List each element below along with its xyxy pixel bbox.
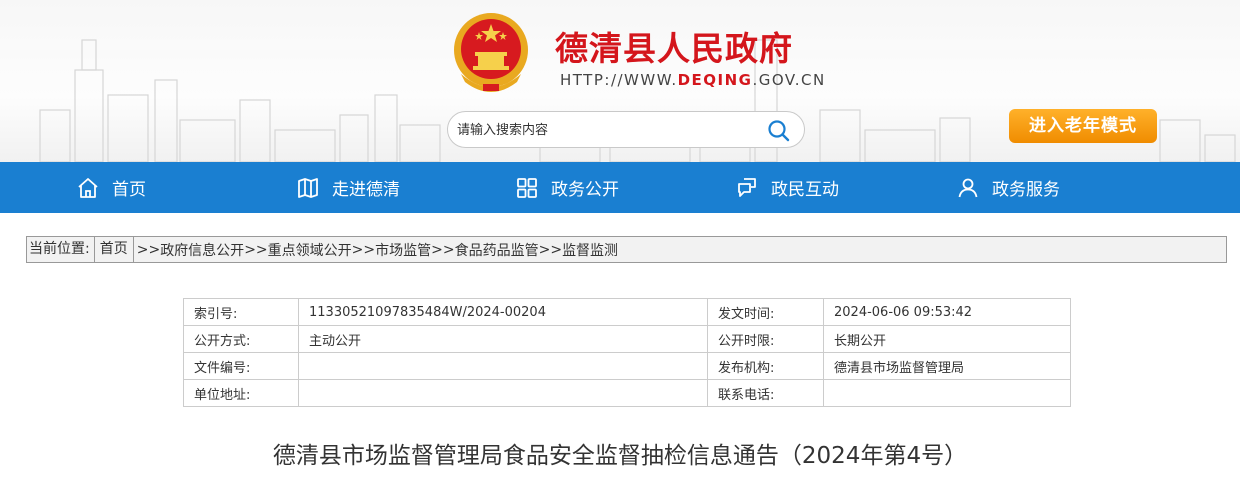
nav-item-home[interactable]: 首页 [76, 162, 146, 213]
nav-item-open-government[interactable]: 政务公开 [515, 162, 619, 213]
breadcrumb-link[interactable]: 政府信息公开 [160, 240, 244, 260]
info-key: 单位地址: [183, 379, 299, 407]
site-url: HTTP://WWW.DEQING.GOV.CN [560, 71, 826, 89]
info-key: 发布机构: [707, 352, 824, 380]
breadcrumb-separator: >> [431, 241, 455, 258]
search-input[interactable] [457, 120, 757, 140]
breadcrumb-link[interactable]: 重点领域公开 [268, 240, 352, 260]
nav-item-label: 政务公开 [551, 180, 619, 200]
info-key: 联系电话: [707, 379, 824, 407]
breadcrumb-link[interactable]: 食品药品监管 [455, 240, 539, 260]
breadcrumb-link[interactable]: 市场监管 [375, 240, 431, 260]
url-suffix: .GOV.CN [752, 71, 826, 89]
table-row: 文件编号: 发布机构: 德清县市场监督管理局 [183, 352, 1071, 380]
info-key: 发文时间: [707, 298, 824, 326]
main-nav: 首页 走进德清 政务公开 政民互动 政务服务 [0, 162, 1240, 213]
breadcrumb-home-link[interactable]: 首页 [95, 237, 134, 262]
info-value: 德清县市场监督管理局 [823, 352, 1071, 380]
search-icon[interactable] [766, 118, 792, 144]
user-icon [958, 178, 978, 197]
site-title: 德清县人民政府 [555, 29, 793, 68]
table-row: 索引号: 11330521097835484W/2024-00204 发文时间:… [183, 298, 1071, 326]
nav-item-interaction[interactable]: 政民互动 [735, 162, 839, 213]
nav-item-label: 首页 [112, 180, 146, 200]
document-title: 德清县市场监督管理局食品安全监督抽检信息通告（2024年第4号） [272, 443, 968, 469]
document-info-table: 索引号: 11330521097835484W/2024-00204 发文时间:… [183, 298, 1071, 407]
info-key: 公开时限: [707, 325, 824, 353]
breadcrumb-label: 当前位置: [27, 237, 95, 262]
map-icon [298, 177, 318, 198]
table-row: 公开方式: 主动公开 公开时限: 长期公开 [183, 325, 1071, 353]
grid-icon [517, 177, 537, 198]
info-key: 索引号: [183, 298, 299, 326]
nav-item-label: 走进德清 [332, 180, 400, 200]
info-value: 11330521097835484W/2024-00204 [298, 298, 708, 326]
elder-mode-button[interactable]: 进入老年模式 [1009, 109, 1157, 143]
info-value: 长期公开 [823, 325, 1071, 353]
interaction-icon [738, 177, 756, 197]
info-value [298, 379, 708, 407]
search-box [447, 111, 805, 148]
home-icon [78, 177, 98, 198]
info-value: 2024-06-06 09:53:42 [823, 298, 1071, 326]
breadcrumb-separator: >> [136, 241, 161, 258]
breadcrumb-link[interactable]: 监督监测 [562, 240, 618, 260]
breadcrumb-separator: >> [244, 241, 268, 258]
info-value: 主动公开 [298, 325, 708, 353]
url-highlight: DEQING [677, 71, 753, 89]
info-key: 公开方式: [183, 325, 299, 353]
nav-item-label: 政民互动 [771, 180, 839, 200]
nav-item-label: 政务服务 [992, 180, 1060, 200]
url-prefix: HTTP://WWW. [560, 71, 678, 89]
breadcrumb: 当前位置: 首页 >> 政府信息公开 >> 重点领域公开 >> 市场监管 >> … [26, 236, 1227, 263]
info-key: 文件编号: [183, 352, 299, 380]
site-header: 德清县人民政府 HTTP://WWW.DEQING.GOV.CN 进入老年模式 [0, 0, 1240, 162]
nav-item-about[interactable]: 走进德清 [296, 162, 400, 213]
info-value [298, 352, 708, 380]
nav-item-services[interactable]: 政务服务 [956, 162, 1060, 213]
breadcrumb-separator: >> [538, 241, 563, 258]
national-emblem-logo [454, 13, 528, 92]
table-row: 单位地址: 联系电话: [183, 379, 1071, 407]
info-value [823, 379, 1071, 407]
breadcrumb-separator: >> [351, 241, 376, 258]
